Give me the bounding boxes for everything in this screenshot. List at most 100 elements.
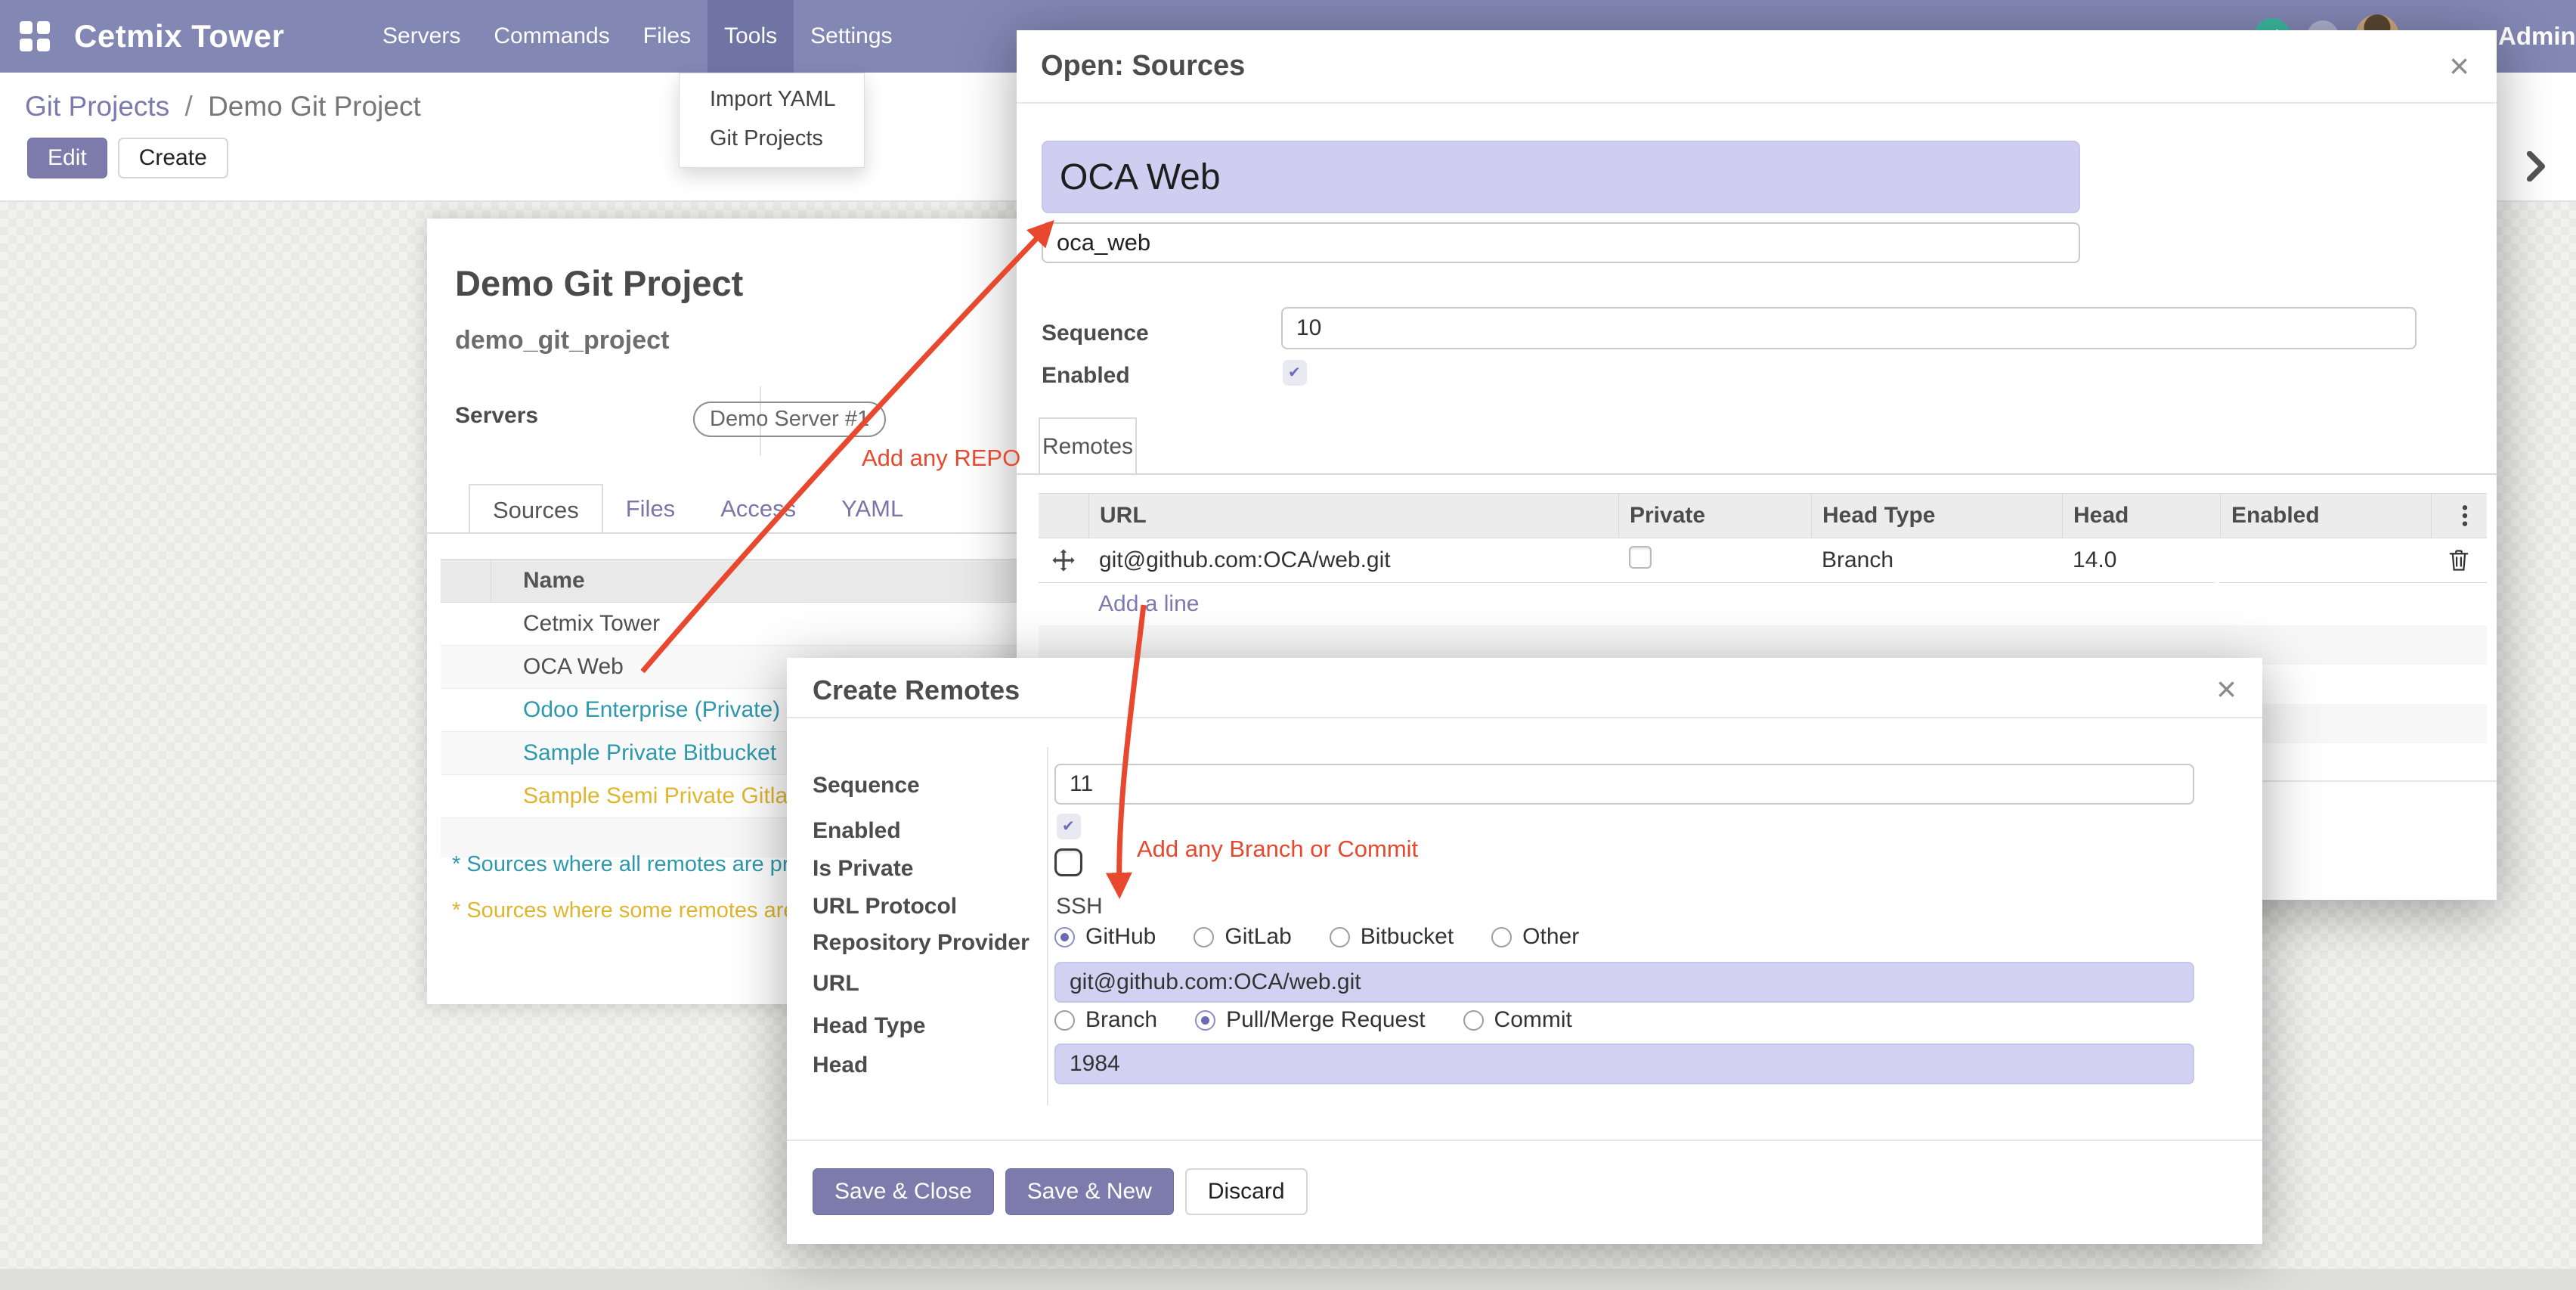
- radio-branch-label[interactable]: Branch: [1085, 1007, 1157, 1033]
- edit-button[interactable]: Edit: [27, 138, 107, 178]
- project-tabs: Sources Files Access YAML: [469, 484, 926, 534]
- radio-commit[interactable]: [1463, 1010, 1484, 1031]
- tabbar-divider: [427, 532, 1019, 534]
- pager-next-button[interactable]: [2517, 145, 2555, 188]
- drag-handle-icon[interactable]: [1039, 548, 1088, 572]
- radio-gitlab[interactable]: [1194, 927, 1214, 947]
- close-icon[interactable]: ×: [2449, 48, 2469, 83]
- project-title: Demo Git Project: [455, 262, 743, 304]
- radio-github[interactable]: [1054, 927, 1075, 947]
- create-remotes-modal: Create Remotes × Sequence 11 Enabled Is …: [787, 658, 2262, 1244]
- source-name: Odoo Enterprise (Private): [441, 697, 780, 723]
- head-type-radios: Branch Pull/Merge Request Commit: [1054, 1007, 1572, 1033]
- menu-item-servers[interactable]: Servers: [366, 0, 477, 73]
- tab-files[interactable]: Files: [603, 484, 698, 534]
- head-type-label: Head Type: [813, 1013, 926, 1039]
- head-input[interactable]: 1984: [1054, 1043, 2194, 1084]
- repository-provider-label: Repository Provider: [813, 930, 1029, 956]
- radio-other[interactable]: [1491, 927, 1512, 947]
- kebab-dots: [2462, 504, 2468, 527]
- menu-item-settings[interactable]: Settings: [794, 0, 909, 73]
- save-new-button[interactable]: Save & New: [1005, 1168, 1174, 1215]
- footnote-semi-private: * Sources where some remotes are: [452, 898, 796, 923]
- remotes-table-header: URL Private Head Type Head Enabled: [1039, 493, 2487, 538]
- menu-item-tools[interactable]: Tools: [707, 0, 794, 73]
- url-column-header[interactable]: URL: [1088, 494, 1618, 538]
- user-menu[interactable]: Admin: [2498, 0, 2576, 73]
- radio-pull-merge-request-label[interactable]: Pull/Merge Request: [1226, 1007, 1425, 1033]
- sequence-input[interactable]: 11: [1054, 764, 2194, 805]
- tab-yaml[interactable]: YAML: [819, 484, 926, 534]
- optional-columns-icon[interactable]: [2431, 494, 2487, 538]
- radio-bitbucket[interactable]: [1330, 927, 1350, 947]
- menu-item-commands[interactable]: Commands: [477, 0, 626, 73]
- is-private-label: Is Private: [813, 856, 913, 882]
- sequence-label: Sequence: [1042, 321, 1149, 346]
- private-checkbox[interactable]: [1629, 546, 1652, 569]
- breadcrumb-current: Demo Git Project: [208, 91, 421, 122]
- enabled-column-header[interactable]: Enabled: [2220, 494, 2431, 538]
- breadcrumb-separator: /: [178, 91, 200, 122]
- trash-icon[interactable]: [2448, 547, 2470, 573]
- discard-button[interactable]: Discard: [1185, 1168, 1308, 1215]
- add-a-line-link[interactable]: Add a line: [1098, 591, 1199, 617]
- sequence-input[interactable]: 10: [1281, 307, 2417, 349]
- source-name: Sample Semi Private Gitlab: [441, 783, 800, 809]
- radio-gitlab-label[interactable]: GitLab: [1225, 924, 1291, 950]
- enabled-label: Enabled: [1042, 363, 1130, 389]
- servers-label: Servers: [455, 403, 538, 429]
- delete-cell: [2431, 547, 2487, 573]
- url-label: URL: [813, 971, 859, 997]
- app-root: Cetmix Tower Servers Commands Files Tool…: [0, 0, 2576, 1290]
- modal-title: Open: Sources: [1041, 50, 1245, 82]
- save-close-button[interactable]: Save & Close: [813, 1168, 994, 1215]
- apps-grid-square: [37, 21, 50, 34]
- source-name-input[interactable]: OCA Web: [1042, 141, 2080, 213]
- source-code-input[interactable]: oca_web: [1042, 222, 2080, 263]
- tabbar-divider: [1017, 473, 2497, 475]
- head-type-column-header[interactable]: Head Type: [1811, 494, 2062, 538]
- server-tag: Demo Server #1: [693, 402, 886, 437]
- url-protocol-value: SSH: [1056, 894, 1103, 919]
- private-cell: [1618, 546, 1811, 575]
- breadcrumb-parent-link[interactable]: Git Projects: [25, 91, 169, 122]
- handle-column: [441, 560, 491, 602]
- table-row[interactable]: Cetmix Tower: [441, 603, 1019, 646]
- menu-item-git-projects[interactable]: Git Projects: [680, 119, 864, 158]
- source-name: OCA Web: [441, 654, 624, 680]
- radio-github-label[interactable]: GitHub: [1085, 924, 1156, 950]
- is-private-checkbox[interactable]: [1054, 848, 1082, 876]
- radio-bitbucket-label[interactable]: Bitbucket: [1361, 924, 1454, 950]
- chevron-right-icon: [2526, 151, 2546, 181]
- radio-other-label[interactable]: Other: [1522, 924, 1579, 950]
- menu-item-import-yaml[interactable]: Import YAML: [680, 79, 864, 119]
- radio-pull-merge-request[interactable]: [1195, 1010, 1215, 1031]
- add-line-row: Add a line: [1039, 583, 2487, 625]
- remote-row[interactable]: git@github.com:OCA/web.git Branch 14.0: [1039, 538, 2487, 583]
- create-button[interactable]: Create: [118, 138, 228, 178]
- menu-item-files[interactable]: Files: [627, 0, 707, 73]
- head-cell: 14.0: [2062, 547, 2220, 573]
- main-menu: Servers Commands Files Tools Settings: [366, 0, 909, 73]
- radio-commit-label[interactable]: Commit: [1494, 1007, 1572, 1033]
- modal-title: Create Remotes: [813, 674, 1020, 706]
- close-icon[interactable]: ×: [2216, 671, 2237, 706]
- enabled-checkbox[interactable]: [1283, 360, 1307, 386]
- head-column-header[interactable]: Head: [2062, 494, 2220, 538]
- apps-grid-icon[interactable]: [20, 21, 50, 51]
- breadcrumb: Git Projects / Demo Git Project: [25, 91, 421, 122]
- footer-divider: [787, 1140, 2262, 1141]
- header-divider: [1017, 102, 2497, 104]
- private-column-header[interactable]: Private: [1618, 494, 1811, 538]
- name-column-header[interactable]: Name: [491, 568, 585, 594]
- tab-access[interactable]: Access: [698, 484, 819, 534]
- enabled-label: Enabled: [813, 818, 901, 844]
- radio-branch[interactable]: [1054, 1010, 1075, 1031]
- label-divider: [1047, 747, 1048, 1105]
- url-input[interactable]: git@github.com:OCA/web.git: [1054, 962, 2194, 1003]
- tab-sources[interactable]: Sources: [469, 484, 603, 534]
- remote-url: git@github.com:OCA/web.git: [1088, 547, 1618, 573]
- tab-remotes[interactable]: Remotes: [1039, 417, 1137, 475]
- header-divider: [787, 717, 2262, 718]
- enabled-checkbox[interactable]: [1057, 814, 1081, 839]
